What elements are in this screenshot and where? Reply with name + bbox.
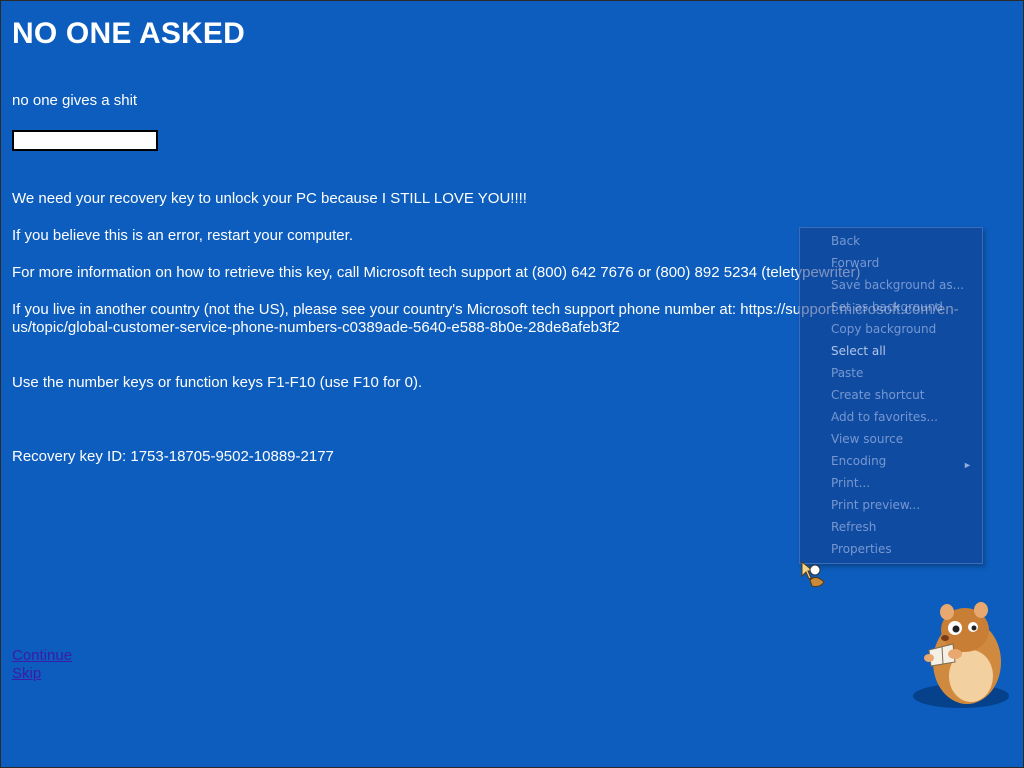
context-menu-item-view-source[interactable]: View source bbox=[831, 432, 903, 446]
context-menu-item-properties[interactable]: Properties bbox=[831, 542, 892, 556]
context-menu-item-set-background[interactable]: Set as background bbox=[831, 300, 943, 314]
continue-link[interactable]: Continue bbox=[12, 647, 72, 664]
context-menu-item-print[interactable]: Print... bbox=[831, 476, 870, 490]
context-menu-item-print-preview[interactable]: Print preview... bbox=[831, 498, 920, 512]
context-menu-item-back[interactable]: Back bbox=[831, 234, 860, 248]
hamster-cursor-icon bbox=[801, 560, 825, 587]
recovery-key-input[interactable] bbox=[12, 130, 158, 151]
context-menu-item-save-background[interactable]: Save background as... bbox=[831, 278, 964, 292]
context-menu: Back Forward Save background as... Set a… bbox=[799, 227, 983, 564]
context-menu-item-forward[interactable]: Forward bbox=[831, 256, 879, 270]
context-menu-item-copy-background[interactable]: Copy background bbox=[831, 322, 936, 336]
context-menu-item-encoding[interactable]: Encoding bbox=[831, 454, 886, 468]
hamster-reading-icon bbox=[913, 602, 1009, 708]
recovery-message: We need your recovery key to unlock your… bbox=[12, 190, 527, 207]
chevron-right-icon: ► bbox=[963, 460, 972, 470]
context-menu-item-paste[interactable]: Paste bbox=[831, 366, 863, 380]
context-menu-item-add-favorites[interactable]: Add to favorites... bbox=[831, 410, 938, 424]
context-menu-item-refresh[interactable]: Refresh bbox=[831, 520, 876, 534]
page-title: NO ONE ASKED bbox=[12, 17, 245, 50]
skip-link[interactable]: Skip bbox=[12, 665, 41, 682]
context-menu-item-select-all[interactable]: Select all bbox=[831, 344, 886, 358]
subtitle: no one gives a shit bbox=[12, 92, 138, 109]
context-menu-item-create-shortcut[interactable]: Create shortcut bbox=[831, 388, 924, 402]
